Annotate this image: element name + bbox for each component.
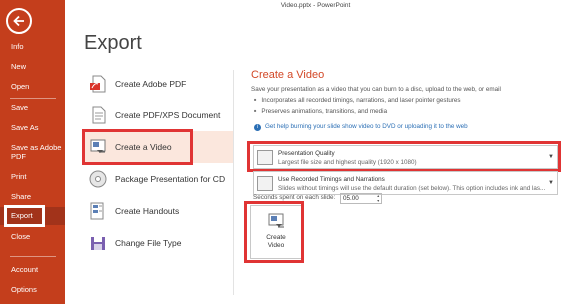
detail-bullet: Incorporates all recorded timings, narra… — [254, 97, 460, 104]
option-label: Create Handouts — [115, 206, 180, 216]
timings-dropdown[interactable]: Use Recorded Timings and Narrations Slid… — [253, 171, 558, 195]
backstage-nav: Info New Open Save Save As Save as Adobe… — [0, 0, 65, 304]
nav-save-as[interactable]: Save As — [0, 119, 65, 137]
detail-description: Save your presentation as a video that y… — [251, 86, 501, 93]
quality-highlight-box — [247, 141, 561, 172]
nav-save-as-adobe-pdf[interactable]: Save as Adobe PDF — [0, 142, 65, 164]
timings-subtitle: Slides without timings will use the defa… — [278, 185, 546, 192]
timings-title: Use Recorded Timings and Narrations — [278, 176, 385, 183]
option-create-pdf-xps[interactable]: Create PDF/XPS Document — [84, 99, 234, 131]
nav-share[interactable]: Share — [0, 188, 65, 206]
option-create-handouts[interactable]: Create Handouts — [84, 195, 234, 227]
create-button-highlight-box — [244, 201, 304, 263]
nav-save[interactable]: Save — [0, 99, 65, 117]
nav-close[interactable]: Close — [0, 228, 65, 246]
seconds-input[interactable]: 05.00 ▲ ▼ — [340, 193, 382, 204]
handouts-icon — [90, 202, 104, 220]
option-label: Create Adobe PDF — [115, 79, 187, 89]
file-type-icon — [91, 237, 105, 250]
help-link-text: Get help burning your slide show video t… — [265, 123, 468, 130]
chevron-down-icon: ▼ — [548, 180, 554, 186]
option-change-file-type[interactable]: Change File Type — [84, 227, 234, 259]
option-label: Change File Type — [115, 238, 182, 248]
nav-account[interactable]: Account — [0, 261, 65, 279]
info-icon: i — [254, 124, 261, 131]
spinner-icon[interactable]: ▲ ▼ — [377, 194, 380, 203]
cd-icon — [89, 170, 107, 188]
option-package-cd[interactable]: Package Presentation for CD — [84, 163, 234, 195]
help-link[interactable]: i Get help burning your slide show video … — [254, 123, 468, 131]
seconds-label: Seconds spent on each slide: — [253, 194, 336, 201]
nav-print[interactable]: Print — [0, 168, 65, 186]
page-title: Export — [84, 32, 142, 54]
adobe-pdf-icon — [90, 75, 106, 93]
option-label: Package Presentation for CD — [115, 174, 226, 184]
nav-open[interactable]: Open — [0, 78, 65, 96]
nav-divider — [10, 256, 56, 257]
nav-info[interactable]: Info — [0, 38, 65, 56]
nav-options[interactable]: Options — [0, 281, 65, 299]
option-label: Create PDF/XPS Document — [115, 110, 221, 120]
create-video-highlight-box — [82, 129, 193, 165]
option-create-adobe-pdf[interactable]: Create Adobe PDF — [84, 68, 234, 100]
export-highlight-box — [4, 205, 45, 227]
back-arrow-icon[interactable] — [6, 8, 32, 34]
narration-icon — [257, 176, 273, 191]
detail-title: Create a Video — [251, 69, 325, 81]
nav-save-adobe-line1: Save as Adobe — [11, 143, 62, 152]
pdf-xps-icon — [92, 106, 106, 124]
window-title: Video.pptx - PowerPoint — [280, 2, 351, 9]
detail-bullet: Preserves animations, transitions, and m… — [254, 108, 387, 115]
nav-new[interactable]: New — [0, 58, 65, 76]
panel-divider — [233, 70, 234, 295]
seconds-value: 05.00 — [343, 195, 359, 202]
nav-save-adobe-line2: PDF — [11, 152, 26, 161]
